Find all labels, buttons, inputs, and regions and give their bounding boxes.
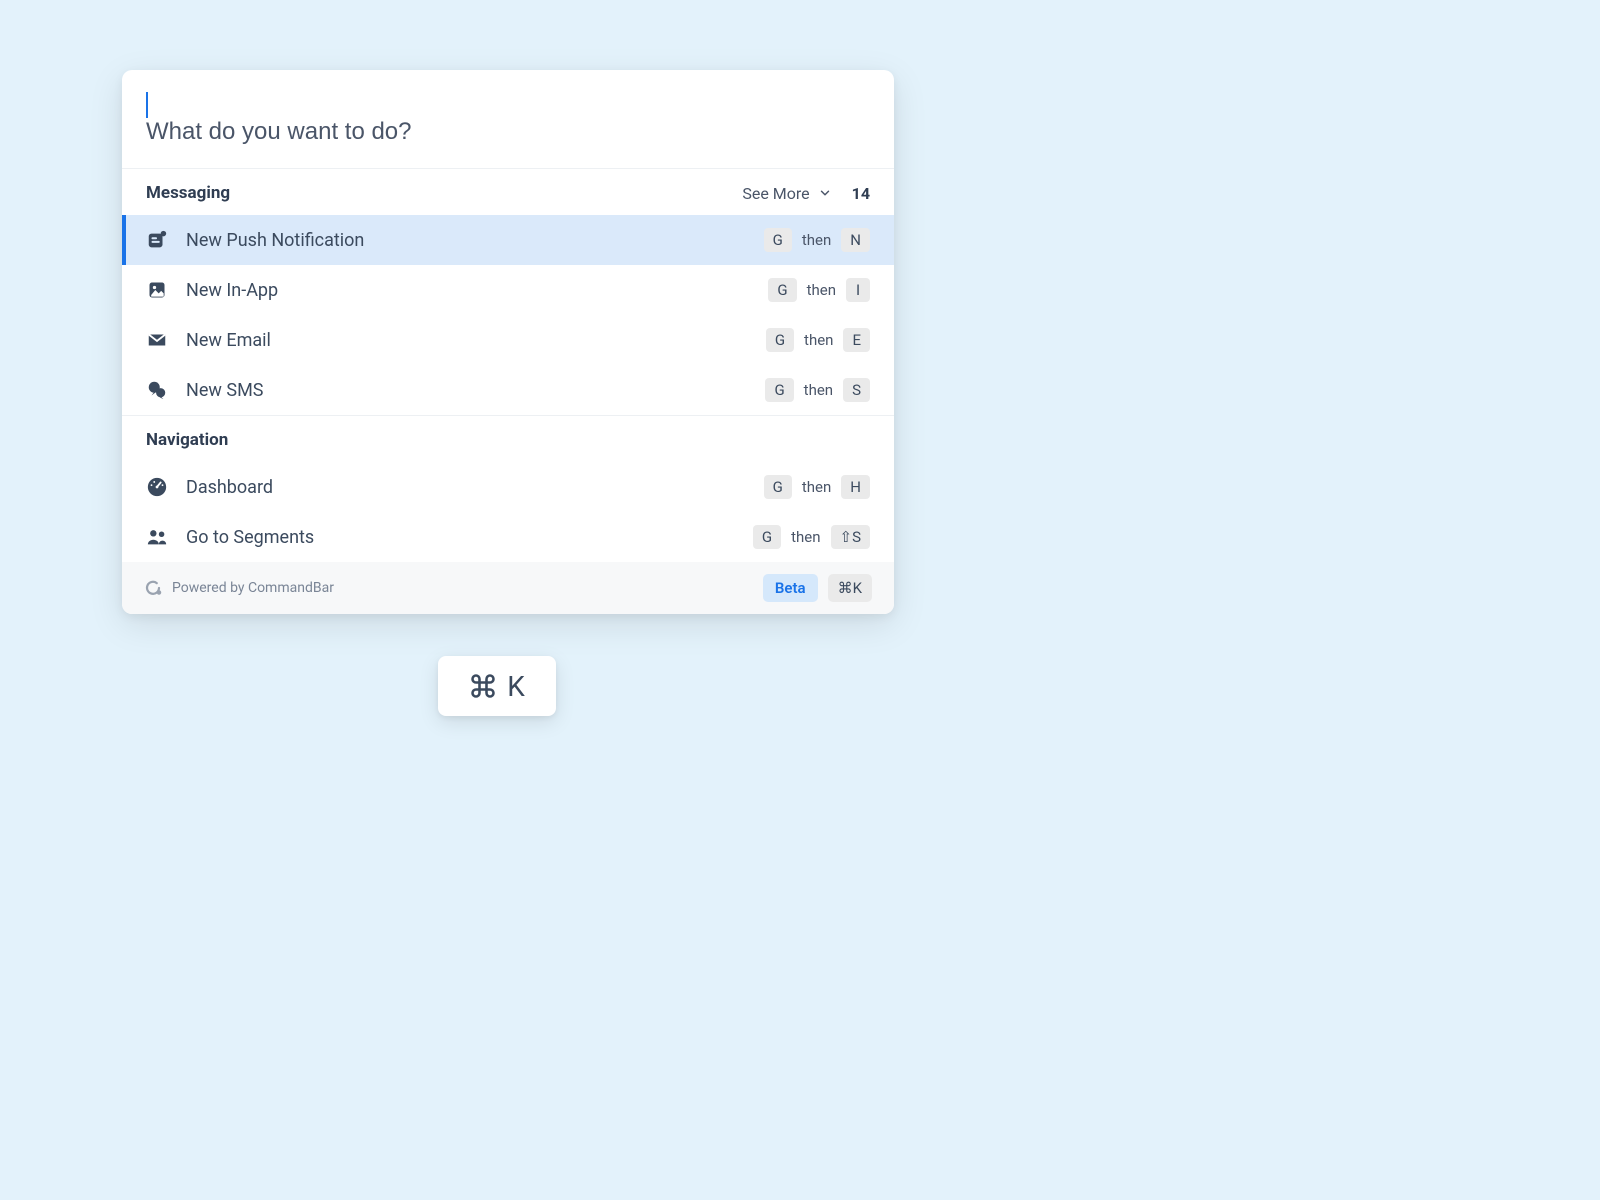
shortcut: G then H: [764, 475, 870, 499]
search-input[interactable]: [146, 118, 870, 146]
floating-shortcut-badge[interactable]: K: [438, 656, 556, 716]
shortcut-then: then: [804, 331, 833, 349]
command-palette: Messaging See More 14 New Push Notificat…: [122, 70, 894, 614]
shortcut-key: E: [843, 328, 870, 352]
command-item-label: New Email: [186, 330, 766, 351]
shortcut: G then N: [764, 228, 870, 252]
command-item-new-push[interactable]: New Push Notification G then N: [122, 215, 894, 265]
shortcut-then: then: [802, 478, 831, 496]
shortcut-key: I: [846, 278, 870, 302]
command-key-icon: [469, 672, 497, 700]
shortcut-then: then: [802, 231, 831, 249]
command-item-new-inapp[interactable]: New In-App G then I: [122, 265, 894, 315]
chevron-down-icon: [818, 186, 832, 200]
section-header-navigation: Navigation: [122, 416, 894, 462]
shortcut: G then S: [765, 378, 870, 402]
text-cursor: [146, 92, 148, 118]
command-item-new-email[interactable]: New Email G then E: [122, 315, 894, 365]
floating-shortcut-key: K: [507, 670, 525, 703]
sms-icon: [146, 379, 168, 401]
palette-footer: Powered by CommandBar Beta ⌘K: [122, 562, 894, 614]
shortcut-key: G: [764, 228, 792, 252]
commandbar-logo-icon: [144, 579, 162, 597]
shortcut: G then I: [768, 278, 870, 302]
shortcut: G then ⇧S: [753, 525, 870, 549]
shortcut-hint-badge: ⌘K: [828, 574, 872, 602]
email-icon: [146, 329, 168, 351]
see-more-count: 14: [852, 184, 870, 203]
see-more-button[interactable]: See More 14: [742, 184, 870, 203]
search-area: [122, 70, 894, 169]
command-item-label: Go to Segments: [186, 527, 753, 548]
shortcut-key: G: [764, 475, 792, 499]
section-title: Navigation: [146, 430, 228, 450]
push-icon: [146, 229, 168, 251]
command-item-label: New In-App: [186, 280, 768, 301]
command-item-label: Dashboard: [186, 477, 764, 498]
section-title: Messaging: [146, 183, 230, 203]
command-item-segments[interactable]: Go to Segments G then ⇧S: [122, 512, 894, 562]
shortcut-hint-text: ⌘K: [838, 579, 862, 597]
gauge-icon: [146, 476, 168, 498]
shortcut-key: H: [841, 475, 870, 499]
powered-by-label: Powered by CommandBar: [172, 580, 334, 596]
command-item-dashboard[interactable]: Dashboard G then H: [122, 462, 894, 512]
shortcut-then: then: [791, 528, 820, 546]
shortcut-key: G: [768, 278, 796, 302]
shortcut-then: then: [807, 281, 836, 299]
people-icon: [146, 526, 168, 548]
command-item-new-sms[interactable]: New SMS G then S: [122, 365, 894, 415]
command-item-label: New Push Notification: [186, 230, 764, 251]
inapp-icon: [146, 279, 168, 301]
shortcut-key: ⇧S: [831, 525, 870, 549]
see-more-label: See More: [742, 184, 809, 203]
shortcut-then: then: [804, 381, 833, 399]
shortcut-key: G: [766, 328, 794, 352]
shortcut-key: G: [753, 525, 781, 549]
section-header-messaging: Messaging See More 14: [122, 169, 894, 215]
command-item-label: New SMS: [186, 380, 765, 401]
shortcut-key: G: [765, 378, 793, 402]
shortcut-key: S: [843, 378, 870, 402]
beta-badge[interactable]: Beta: [763, 574, 818, 602]
shortcut: G then E: [766, 328, 870, 352]
shortcut-key: N: [841, 228, 870, 252]
